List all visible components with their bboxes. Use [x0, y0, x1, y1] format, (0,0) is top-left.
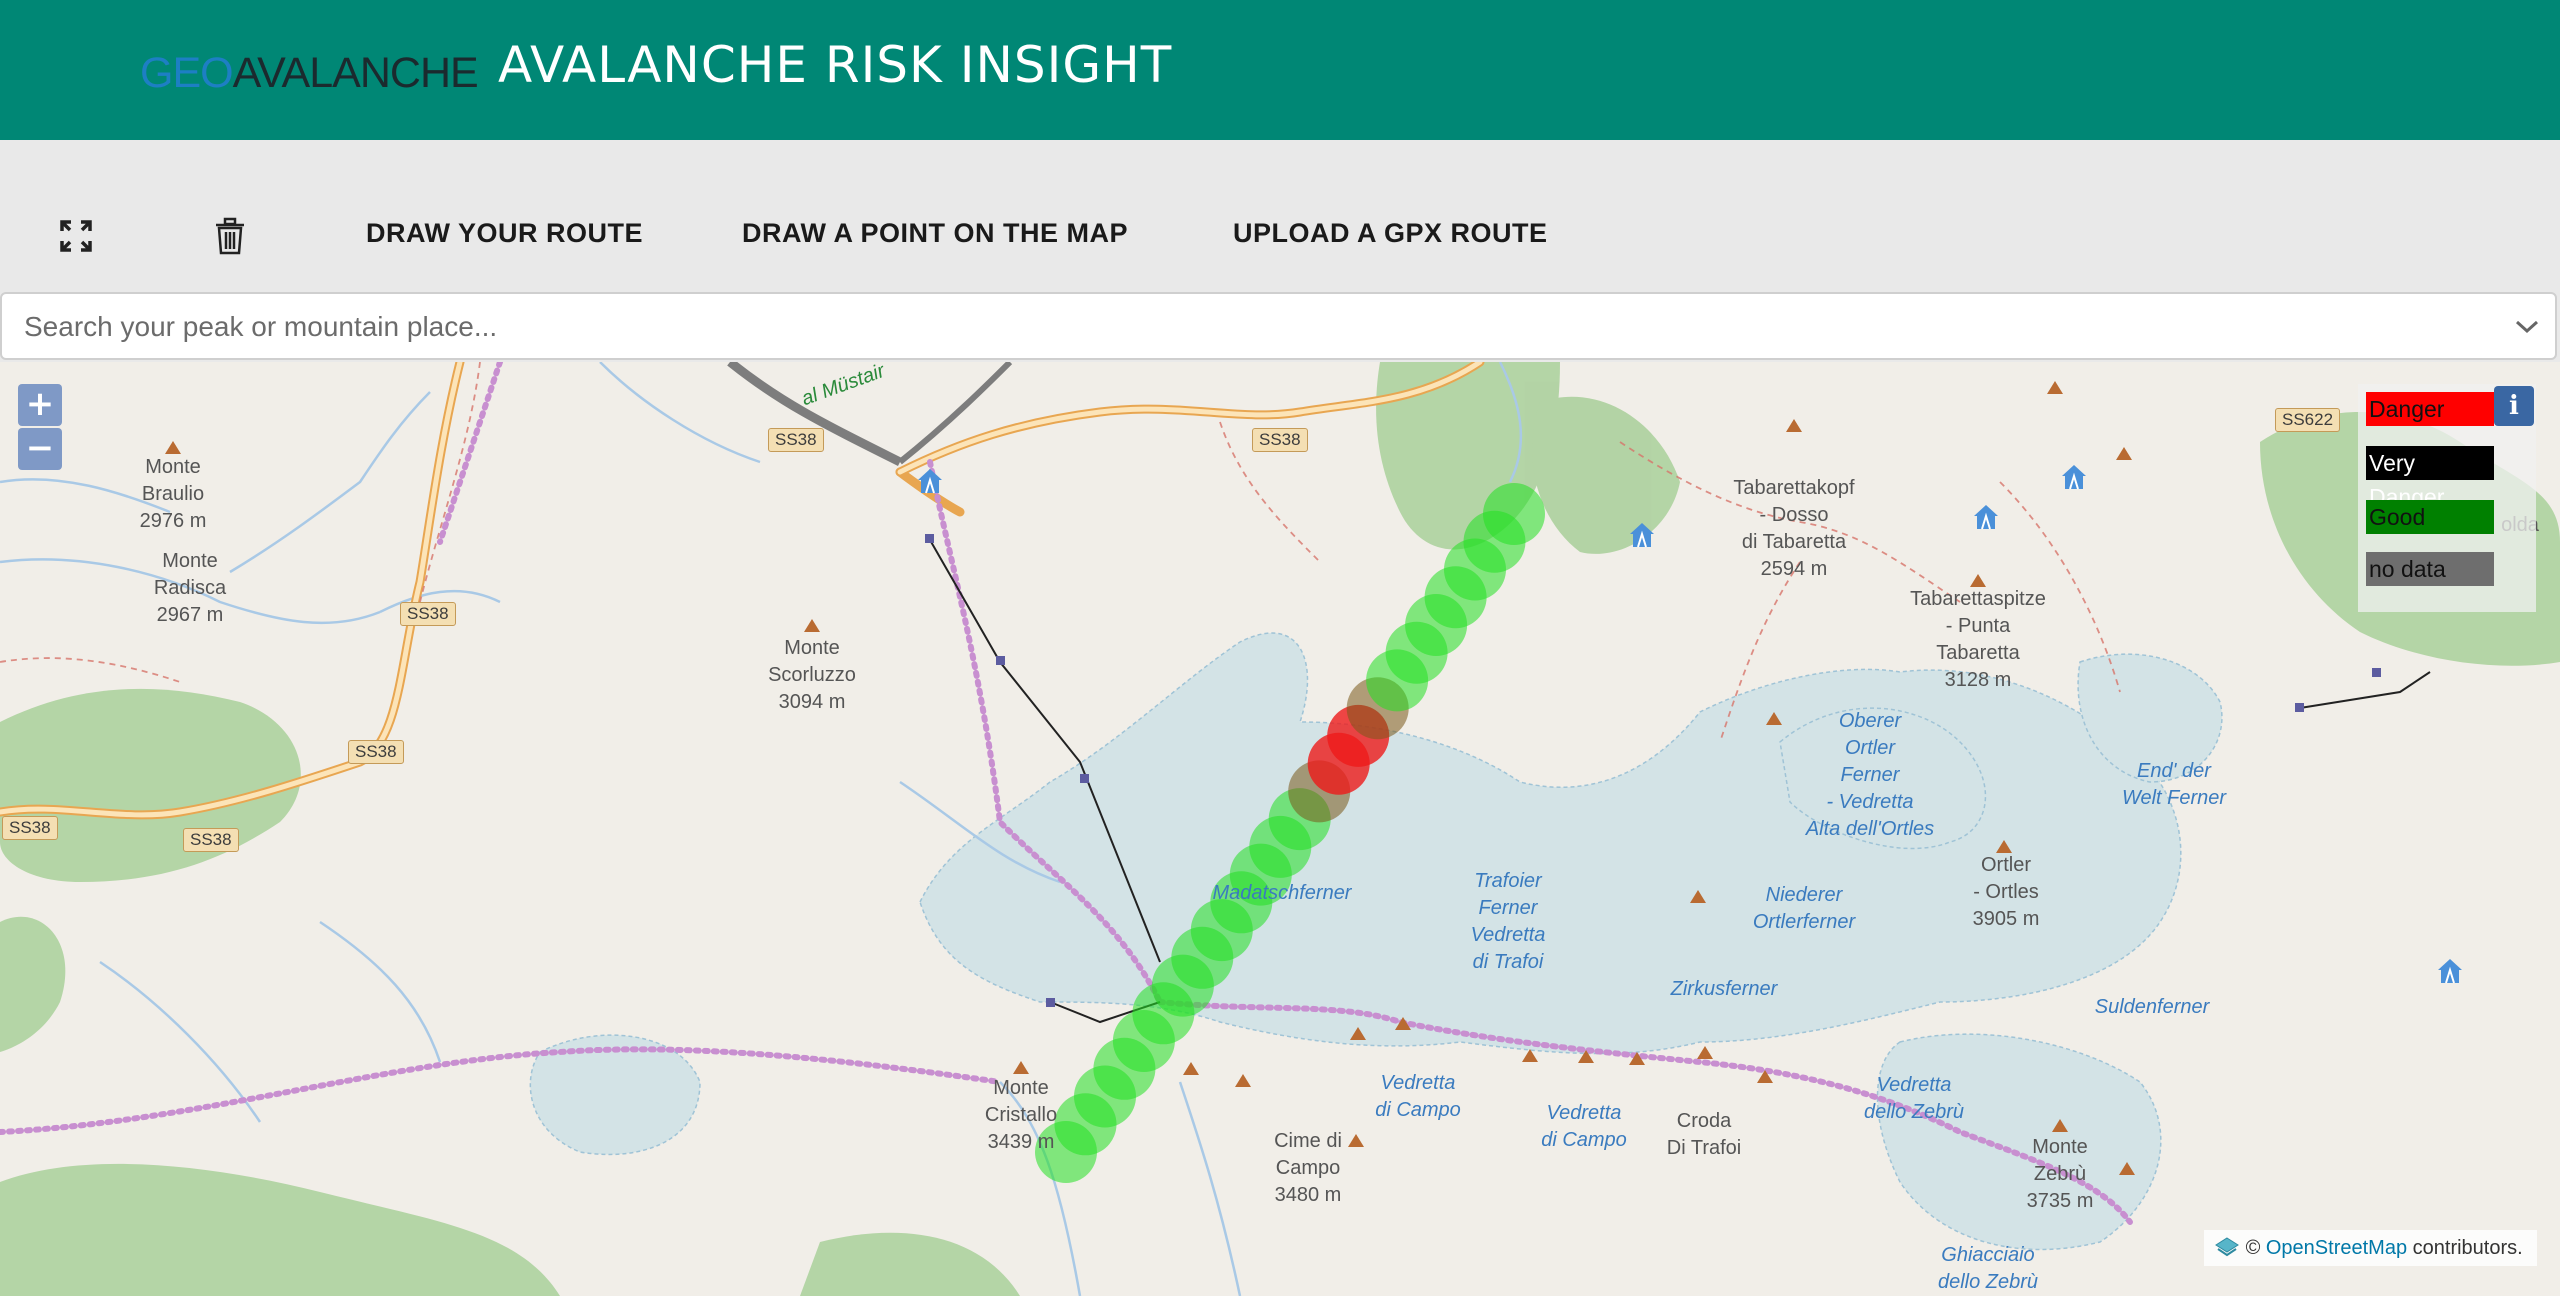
peak-marker [1013, 1061, 1029, 1074]
chevron-down-icon[interactable] [2513, 316, 2541, 336]
glacier-label: Ghiacciaio dello Zebrù [1937, 1244, 2039, 1293]
legend-item-danger: Danger [2366, 392, 2494, 426]
map-label: Monte Cristallo 3439 m [984, 1077, 1058, 1153]
legend-item-no-data: no data [2366, 552, 2494, 586]
glacier-label: Madatschferner [1212, 882, 1352, 904]
draw-point-button[interactable]: DRAW A POINT ON THE MAP [742, 218, 1128, 249]
peak-marker [2116, 447, 2132, 460]
map-label: Monte Scorluzzo 3094 m [768, 637, 856, 713]
map-label: Ortler - Ortles 3905 m [1972, 854, 2040, 930]
upload-gpx-button[interactable]: UPLOAD A GPX ROUTE [1233, 218, 1548, 249]
glacier-label: Oberer Ortler Ferner - Vedretta Alta dell'Or… [1805, 710, 1935, 840]
logo-geo-text: GEO [140, 49, 234, 97]
peak-marker [2052, 1119, 2068, 1132]
fullscreen-icon[interactable] [56, 216, 96, 256]
attribution-suffix: contributors. [2412, 1237, 2523, 1259]
toolbar: DRAW YOUR ROUTE DRAW A POINT ON THE MAP … [0, 140, 2560, 292]
peak-marker [1235, 1074, 1251, 1087]
geoavalanche-logo[interactable]: GEO AVALANCHE [140, 38, 479, 98]
zoom-out-button[interactable]: − [18, 428, 62, 470]
mountain-hut-icon[interactable] [915, 466, 945, 496]
road-shield: SS38 [400, 602, 456, 626]
layers-icon [2215, 1237, 2239, 1257]
app-header: GEO AVALANCHE AVALANCHE RISK INSIGHT [0, 0, 2560, 140]
search-input[interactable] [22, 294, 2466, 360]
peak-marker [1757, 1070, 1773, 1083]
map-label: Croda Di Trafoi [1666, 1110, 1742, 1159]
glacier-label: End' der Welt Ferner [2121, 760, 2227, 809]
map-label: Monte Zebrù 3735 m [2026, 1136, 2094, 1212]
map-attribution: © OpenStreetMap contributors. [2204, 1230, 2537, 1266]
peak-marker [1766, 712, 1782, 725]
peak-marker [1522, 1049, 1538, 1062]
peak-marker [1395, 1017, 1411, 1030]
glacier-label: Niederer Ortlerferner [1752, 884, 1856, 933]
map-label: Tabarettaspitze - Punta Tabaretta 3128 m [1910, 588, 2046, 691]
road-shield: SS38 [1252, 428, 1308, 452]
search-box[interactable] [0, 292, 2557, 360]
mountain-hut-icon[interactable] [2059, 462, 2089, 492]
map[interactable]: SS38 SS38 SS38 SS38 SS38 SS38 SS622 al M… [0, 362, 2560, 1296]
mountain-hut-icon[interactable] [1971, 502, 2001, 532]
peak-marker [1348, 1134, 1364, 1147]
road-shield: SS38 [2, 816, 58, 840]
openstreetmap-link[interactable]: OpenStreetMap [2266, 1237, 2407, 1259]
glacier-label: Trafoier Ferner Vedretta di Trafoi [1470, 870, 1546, 973]
peak-marker [1183, 1062, 1199, 1075]
road-shield: SS38 [183, 828, 239, 852]
peak-marker [2119, 1162, 2135, 1175]
glacier-label: Vedretta dello Zebrù [1863, 1074, 1965, 1123]
peak-marker [1350, 1027, 1366, 1040]
road-shield: SS622 [2275, 408, 2341, 432]
road-shield: SS38 [768, 428, 824, 452]
glacier-label: Vedretta di Campo [1541, 1102, 1627, 1151]
peak-marker [1578, 1050, 1594, 1063]
peak-marker [165, 441, 181, 454]
peak-marker [1629, 1052, 1645, 1065]
map-label: Monte Braulio 2976 m [139, 456, 207, 532]
app-title: AVALANCHE RISK INSIGHT [498, 36, 1173, 94]
glacier-label: Zirkusferner [1670, 978, 1778, 1000]
peak-marker [2047, 381, 2063, 394]
zoom-in-button[interactable]: + [18, 384, 62, 426]
draw-route-button[interactable]: DRAW YOUR ROUTE [366, 218, 643, 249]
zoom-control: + − [18, 384, 62, 472]
peak-marker [1690, 890, 1706, 903]
peak-marker [1697, 1046, 1713, 1059]
map-label: Cime di Campo 3480 m [1274, 1130, 1342, 1206]
trash-icon[interactable] [210, 216, 250, 256]
road-shield: SS38 [348, 740, 404, 764]
glacier-label: Suldenferner [2094, 996, 2210, 1018]
glacier-label: Vedretta di Campo [1375, 1072, 1461, 1121]
peak-marker [1786, 419, 1802, 432]
info-button[interactable]: i [2494, 386, 2534, 426]
peak-marker [804, 619, 820, 632]
legend-item-good: Good [2366, 500, 2494, 534]
map-label: Tabarettakopf - Dosso di Tabaretta 2594 m [1733, 477, 1855, 580]
route-segment[interactable] [1483, 483, 1545, 545]
legend-item-very-danger: Very Danger [2366, 446, 2494, 510]
mountain-hut-icon[interactable] [1627, 520, 1657, 550]
logo-avalanche-text: AVALANCHE [232, 49, 479, 97]
map-label: Monte Radisca 2967 m [153, 550, 227, 626]
mountain-hut-icon[interactable] [2435, 956, 2465, 986]
attribution-prefix: © [2245, 1237, 2261, 1259]
